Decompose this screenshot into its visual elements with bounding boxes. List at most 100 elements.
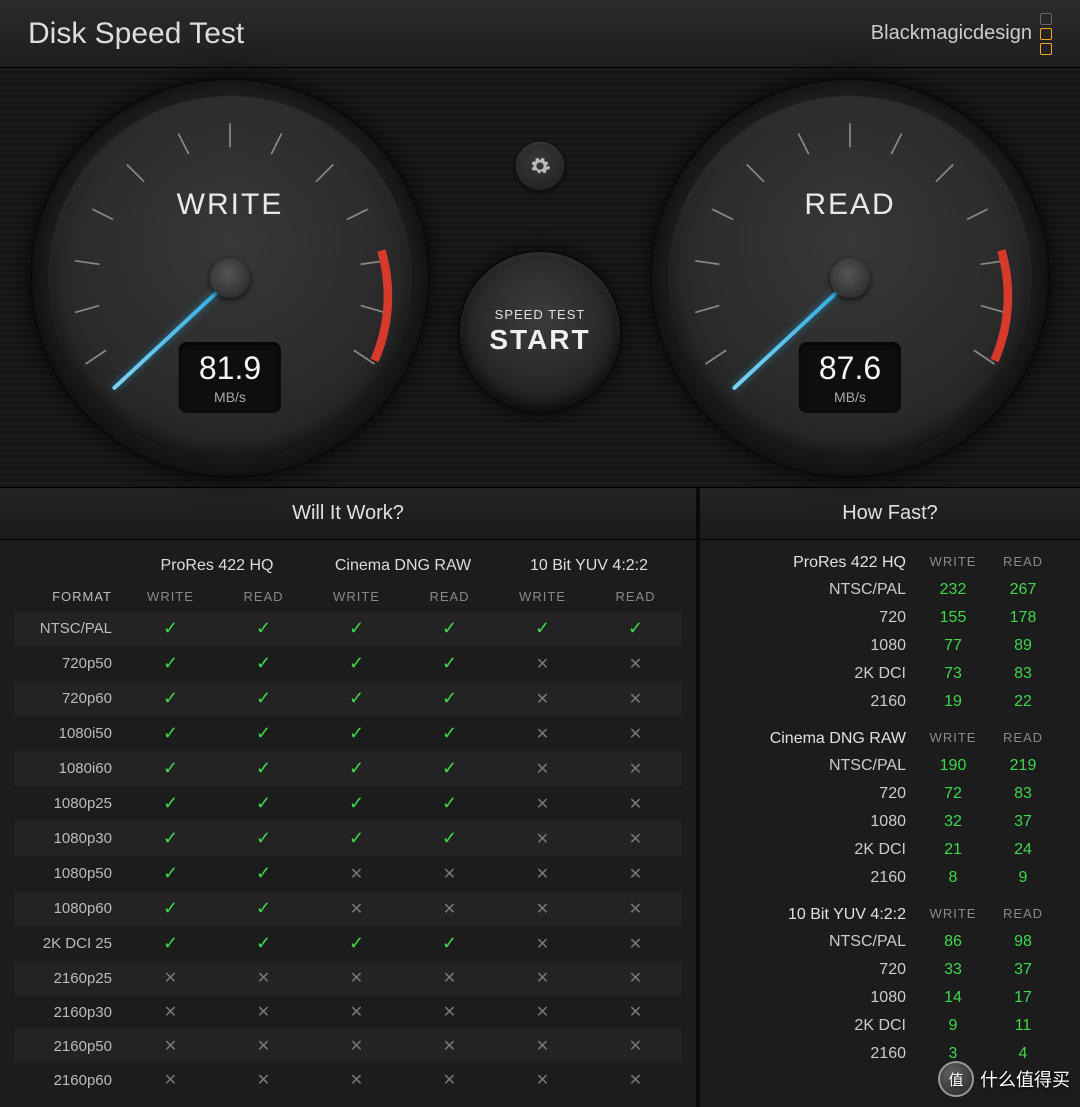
check-icon: ✓	[442, 933, 457, 954]
table-row: NTSC/PAL190219	[714, 752, 1066, 780]
result-cell: ✕	[310, 961, 403, 995]
check-icon: ✓	[535, 618, 550, 639]
result-cell: ✓	[124, 786, 217, 821]
check-icon: ✓	[442, 793, 457, 814]
cross-icon: ✕	[257, 1036, 270, 1056]
read-value: 98	[988, 933, 1058, 951]
format-label: 2160p60	[14, 1063, 124, 1097]
result-cell: ✓	[403, 821, 496, 856]
format-label: 2160p50	[14, 1029, 124, 1063]
check-icon: ✓	[163, 653, 178, 674]
cross-icon: ✕	[536, 864, 549, 884]
check-icon: ✓	[442, 758, 457, 779]
cross-icon: ✕	[536, 689, 549, 709]
start-button[interactable]: SPEED TEST START	[458, 250, 622, 414]
will-it-work-title: Will It Work?	[0, 488, 696, 540]
cross-icon: ✕	[443, 899, 456, 919]
format-label: NTSC/PAL	[722, 757, 918, 775]
check-icon: ✓	[163, 618, 178, 639]
result-cell: ✕	[496, 786, 589, 821]
app-title: Disk Speed Test	[28, 17, 244, 51]
howfast-section: ProRes 422 HQWRITEREADNTSC/PAL2322677201…	[714, 550, 1066, 716]
start-label: START	[489, 324, 590, 356]
check-icon: ✓	[349, 723, 364, 744]
write-value: 14	[918, 989, 988, 1007]
format-label: 720p60	[14, 681, 124, 716]
result-cell: ✕	[496, 716, 589, 751]
check-icon: ✓	[349, 933, 364, 954]
check-icon: ✓	[163, 723, 178, 744]
cross-icon: ✕	[536, 1070, 549, 1090]
result-cell: ✓	[217, 611, 310, 646]
format-label: 2160p25	[14, 961, 124, 995]
write-value: 86	[918, 933, 988, 951]
result-cell: ✕	[124, 961, 217, 995]
result-cell: ✕	[589, 821, 682, 856]
read-value: 22	[988, 693, 1058, 711]
read-value: 37	[988, 961, 1058, 979]
result-cell: ✕	[589, 716, 682, 751]
how-fast-panel: How Fast? ProRes 422 HQWRITEREADNTSC/PAL…	[700, 488, 1080, 1107]
cross-icon: ✕	[350, 1002, 363, 1022]
result-cell: ✕	[589, 961, 682, 995]
result-cell: ✕	[217, 961, 310, 995]
cross-icon: ✕	[629, 864, 642, 884]
codec-header: ProRes 422 HQ	[722, 554, 918, 572]
format-label: 1080i60	[14, 751, 124, 786]
cross-icon: ✕	[443, 1002, 456, 1022]
result-cell: ✕	[310, 995, 403, 1029]
write-header: WRITE	[124, 582, 217, 611]
format-label: 720	[722, 961, 918, 979]
cross-icon: ✕	[629, 899, 642, 919]
cross-icon: ✕	[536, 829, 549, 849]
cross-icon: ✕	[629, 689, 642, 709]
read-unit: MB/s	[819, 389, 881, 405]
codec-header: Cinema DNG RAW	[722, 730, 918, 748]
check-icon: ✓	[163, 933, 178, 954]
write-value: 21	[918, 841, 988, 859]
result-cell: ✕	[310, 1029, 403, 1063]
result-cell: ✕	[589, 856, 682, 891]
result-cell: ✓	[403, 751, 496, 786]
cross-icon: ✕	[536, 759, 549, 779]
result-cell: ✓	[124, 926, 217, 961]
format-label: 2K DCI	[722, 1017, 918, 1035]
read-gauge: READ 87.6 MB/s	[650, 78, 1050, 478]
cross-icon: ✕	[536, 794, 549, 814]
result-cell: ✓	[403, 786, 496, 821]
cross-icon: ✕	[536, 654, 549, 674]
cross-icon: ✕	[536, 934, 549, 954]
cross-icon: ✕	[536, 1036, 549, 1056]
result-cell: ✕	[496, 856, 589, 891]
write-value: 232	[918, 581, 988, 599]
read-value: 17	[988, 989, 1058, 1007]
needle-pivot-icon	[830, 258, 870, 298]
write-header: WRITE	[918, 554, 988, 572]
format-label: 1080p30	[14, 821, 124, 856]
result-cell: ✓	[217, 786, 310, 821]
result-cell: ✓	[496, 611, 589, 646]
result-cell: ✕	[496, 961, 589, 995]
format-label: 720p50	[14, 646, 124, 681]
cross-icon: ✕	[350, 864, 363, 884]
table-row: 10801417	[714, 984, 1066, 1012]
check-icon: ✓	[256, 618, 271, 639]
brand-text: Blackmagicdesign	[871, 22, 1032, 45]
settings-button[interactable]	[516, 142, 564, 190]
result-cell: ✓	[403, 926, 496, 961]
check-icon: ✓	[349, 618, 364, 639]
cross-icon: ✕	[629, 1002, 642, 1022]
read-value: 89	[988, 637, 1058, 655]
format-label: 1080	[722, 989, 918, 1007]
codec-header: 10 Bit YUV 4:2:2	[722, 906, 918, 924]
cross-icon: ✕	[629, 829, 642, 849]
needle-pivot-icon	[210, 258, 250, 298]
brand-icon	[1040, 13, 1052, 55]
write-value: 9	[918, 1017, 988, 1035]
result-cell: ✕	[310, 891, 403, 926]
format-header: FORMAT	[14, 582, 124, 611]
result-cell: ✓	[403, 611, 496, 646]
format-label: 1080p60	[14, 891, 124, 926]
table-row: 7207283	[714, 780, 1066, 808]
format-label: 2K DCI	[722, 841, 918, 859]
